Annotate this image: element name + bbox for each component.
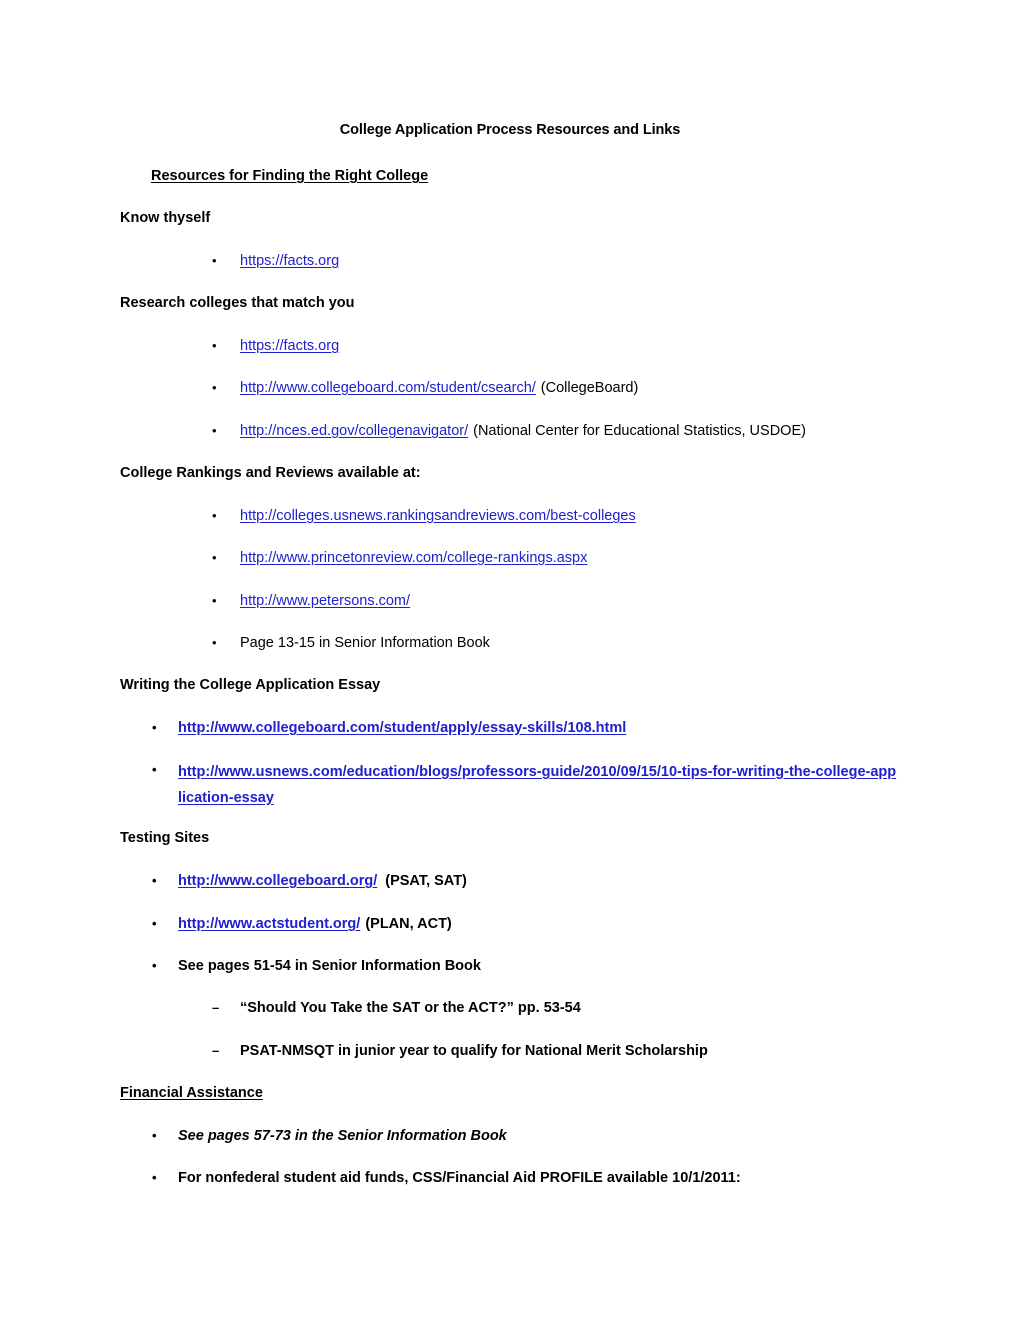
link-facts-org-2[interactable]: https://facts.org: [240, 338, 339, 354]
list-item-content: http://www.collegeboard.com/student/csea…: [240, 377, 912, 399]
list-item: • http://www.princetonreview.com/college…: [212, 547, 912, 569]
list-item: • http://www.collegeboard.com/student/cs…: [212, 377, 912, 399]
link-petersons[interactable]: http://www.petersons.com/: [240, 593, 410, 609]
subheading-writing-essay: Writing the College Application Essay: [120, 677, 381, 693]
list-item-content: http://nces.ed.gov/collegenavigator/ (Nat…: [240, 420, 912, 442]
bullet-icon: •: [212, 338, 217, 353]
subheading-college-rankings: College Rankings and Reviews available a…: [120, 465, 421, 481]
bullet-icon: •: [212, 550, 217, 565]
bullet-icon: •: [212, 253, 217, 268]
link-note: (PSAT, SAT): [385, 873, 467, 889]
bullet-icon: •: [152, 873, 157, 888]
list-item: – PSAT-NMSQT in junior year to qualify f…: [212, 1040, 912, 1062]
bullet-icon: •: [152, 916, 157, 931]
dash-bullet-icon: –: [212, 1043, 220, 1058]
list-item-text: PSAT-NMSQT in junior year to qualify for…: [240, 1043, 708, 1059]
bullet-icon: •: [212, 508, 217, 523]
list-item-content: http://colleges.usnews.rankingsandreview…: [240, 505, 912, 527]
bullet-icon: •: [152, 720, 157, 735]
section-heading-resources: Resources for Finding the Right College: [151, 168, 429, 184]
list-item-content: http://www.usnews.com/education/blogs/pr…: [178, 759, 897, 811]
list-item: • http://www.collegeboard.org/ (PSAT, SAT…: [152, 870, 912, 892]
list-item: • http://colleges.usnews.rankingsandrevi…: [212, 505, 912, 527]
list-item-content: http://www.actstudent.org/ (PLAN, ACT): [178, 913, 912, 935]
link-nces-collegenavigator[interactable]: http://nces.ed.gov/collegenavigator/: [240, 423, 468, 439]
page-title: College Application Process Resources an…: [339, 122, 681, 138]
list-item-content: https://facts.org: [240, 250, 912, 272]
bullet-icon: •: [152, 762, 157, 777]
link-usnews-best-colleges[interactable]: http://colleges.usnews.rankingsandreview…: [240, 508, 636, 524]
link-usnews-10-tips-essay[interactable]: http://www.usnews.com/education/blogs/pr…: [178, 764, 896, 806]
bullet-icon: •: [152, 1170, 157, 1185]
list-item: • See pages 57-73 in the Senior Informat…: [152, 1125, 912, 1147]
link-note: (CollegeBoard): [540, 380, 639, 396]
list-item-content: http://www.collegeboard.org/ (PSAT, SAT): [178, 870, 912, 892]
link-collegeboard-essay-skills[interactable]: http://www.collegeboard.com/student/appl…: [178, 720, 626, 736]
list-item: • http://www.collegeboard.com/student/ap…: [152, 717, 912, 739]
link-note: (PLAN, ACT): [365, 916, 452, 932]
list-item: • See pages 51-54 in Senior Information …: [152, 955, 912, 977]
subheading-testing-sites: Testing Sites: [120, 830, 210, 846]
bullet-icon: •: [212, 635, 217, 650]
list-item: • http://www.petersons.com/: [212, 590, 912, 612]
link-actstudent-org[interactable]: http://www.actstudent.org/: [178, 916, 360, 932]
list-item-text: “Should You Take the SAT or the ACT?” pp…: [240, 1000, 581, 1016]
list-item: • http://www.usnews.com/education/blogs/…: [152, 759, 897, 811]
link-collegeboard-csearch[interactable]: http://www.collegeboard.com/student/csea…: [240, 380, 536, 396]
dash-bullet-icon: –: [212, 1000, 220, 1015]
subheading-research-colleges: Research colleges that match you: [120, 295, 355, 311]
link-princetonreview-rankings[interactable]: http://www.princetonreview.com/college-r…: [240, 550, 587, 566]
list-item-content: http://www.princetonreview.com/college-r…: [240, 547, 912, 569]
list-item: – “Should You Take the SAT or the ACT?” …: [212, 997, 912, 1019]
link-collegeboard-org[interactable]: http://www.collegeboard.org/: [178, 873, 377, 889]
bullet-icon: •: [212, 423, 217, 438]
list-item-content: http://www.collegeboard.com/student/appl…: [178, 717, 912, 739]
list-item: • For nonfederal student aid funds, CSS/…: [152, 1167, 912, 1189]
list-item-text: See pages 57-73 in the Senior Informatio…: [178, 1128, 507, 1144]
bullet-icon: •: [212, 593, 217, 608]
list-item: • Page 13-15 in Senior Information Book: [212, 632, 912, 654]
list-item: • https://facts.org: [212, 335, 912, 357]
list-item-content: https://facts.org: [240, 335, 912, 357]
list-item: • http://www.actstudent.org/ (PLAN, ACT): [152, 913, 912, 935]
subheading-know-thyself: Know thyself: [120, 210, 211, 226]
bullet-icon: •: [152, 958, 157, 973]
list-item-text: For nonfederal student aid funds, CSS/Fi…: [178, 1170, 741, 1186]
list-item: • http://nces.ed.gov/collegenavigator/ (N…: [212, 420, 912, 442]
link-facts-org-1[interactable]: https://facts.org: [240, 253, 339, 269]
section-heading-financial-assistance: Financial Assistance: [120, 1085, 263, 1101]
bullet-icon: •: [212, 380, 217, 395]
list-item-text: Page 13-15 in Senior Information Book: [240, 635, 490, 651]
list-item-text: See pages 51-54 in Senior Information Bo…: [178, 958, 481, 974]
bullet-icon: •: [152, 1128, 157, 1143]
link-note: (National Center for Educational Statist…: [473, 423, 806, 439]
document-page: College Application Process Resources an…: [0, 0, 1020, 1320]
list-item-content: http://www.petersons.com/: [240, 590, 912, 612]
list-item: • https://facts.org: [212, 250, 912, 272]
